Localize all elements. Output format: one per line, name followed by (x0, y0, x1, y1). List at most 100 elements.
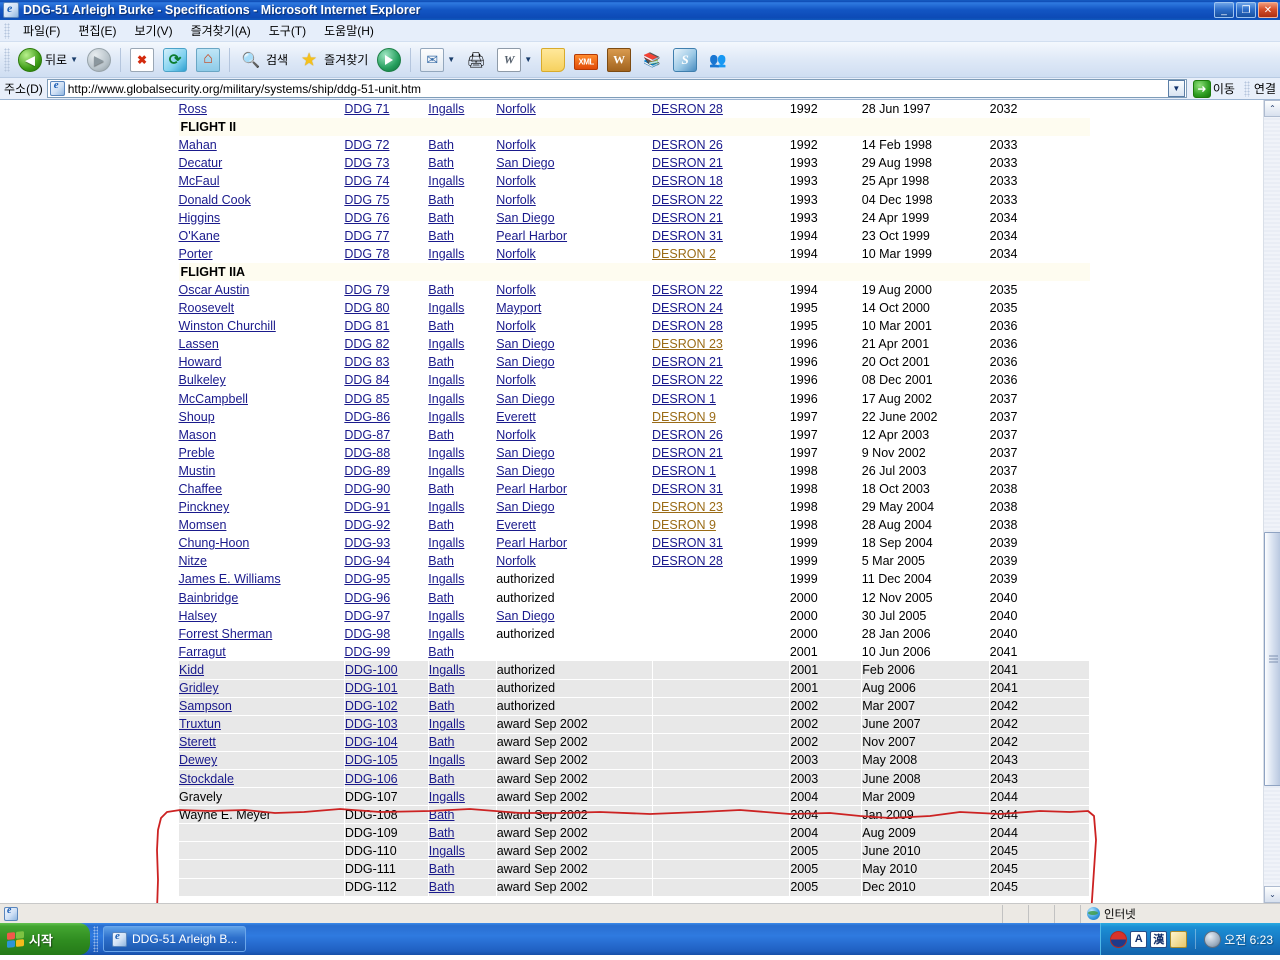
edit-in-word-button[interactable]: ▼ (493, 45, 536, 75)
cell-ship-name-link[interactable]: Donald Cook (179, 193, 251, 207)
cell-desron-link[interactable]: DESRON 28 (652, 319, 723, 333)
scroll-up-button[interactable]: ⌃ (1264, 100, 1280, 117)
cell-ship-name-link[interactable]: McFaul (179, 174, 220, 188)
cell-ship-name-link[interactable]: Chaffee (179, 482, 223, 496)
cell-builder-link[interactable]: Ingalls (428, 392, 464, 406)
cell-builder-link[interactable]: Ingalls (428, 373, 464, 387)
cell-desron-link[interactable]: DESRON 31 (652, 536, 723, 550)
cell-builder-link[interactable]: Ingalls (428, 102, 464, 116)
cell-desron-link[interactable]: DESRON 22 (652, 193, 723, 207)
chevron-down-icon[interactable]: ▼ (70, 55, 78, 64)
cell-desron-link[interactable]: DESRON 21 (652, 355, 723, 369)
cell-builder-link[interactable]: Bath (429, 772, 455, 786)
taskbar-item-ie[interactable]: DDG-51 Arleigh B... (103, 926, 247, 952)
cell-homeport-link[interactable]: Norfolk (496, 373, 536, 387)
cell-ship-name-link[interactable]: Truxtun (179, 717, 221, 731)
cell-hull-number-link[interactable]: DDG 74 (344, 174, 389, 188)
cell-ship-name-link[interactable]: Oscar Austin (179, 283, 250, 297)
cell-builder-link[interactable]: Ingalls (428, 500, 464, 514)
scroll-down-button[interactable]: ⌄ (1264, 886, 1280, 903)
cell-homeport-link[interactable]: Everett (496, 410, 536, 424)
cell-desron-link[interactable]: DESRON 18 (652, 174, 723, 188)
media-button[interactable] (373, 45, 405, 75)
cell-homeport-link[interactable]: San Diego (496, 446, 554, 460)
cell-ship-name-link[interactable]: Mahan (179, 138, 217, 152)
cell-ship-name-link[interactable]: James E. Williams (179, 572, 281, 586)
forward-button[interactable]: ▶ (83, 45, 115, 75)
cell-builder-link[interactable]: Bath (429, 681, 455, 695)
cell-builder-link[interactable]: Bath (429, 699, 455, 713)
cell-builder-link[interactable]: Bath (428, 355, 454, 369)
cell-hull-number-link[interactable]: DDG-91 (344, 500, 390, 514)
cell-homeport-link[interactable]: San Diego (496, 609, 554, 623)
cell-hull-number-link[interactable]: DDG-86 (344, 410, 390, 424)
cell-desron-link[interactable]: DESRON 9 (652, 518, 716, 532)
cell-hull-number-link[interactable]: DDG 81 (344, 319, 389, 333)
cell-builder-link[interactable]: Bath (429, 735, 455, 749)
mail-button[interactable]: ▼ (416, 45, 459, 75)
cell-homeport-link[interactable]: Norfolk (496, 102, 536, 116)
cell-ship-name-link[interactable]: Forrest Sherman (179, 627, 273, 641)
cell-desron-link[interactable]: DESRON 31 (652, 229, 723, 243)
cell-ship-name-link[interactable]: O'Kane (179, 229, 220, 243)
cell-homeport-link[interactable]: Norfolk (496, 319, 536, 333)
cell-builder-link[interactable]: Ingalls (428, 572, 464, 586)
cell-hull-number-link[interactable]: DDG-105 (345, 753, 398, 767)
ime-hanja-icon[interactable]: 漢 (1150, 930, 1168, 948)
taskbar-clock[interactable]: 오전 6:23 (1224, 931, 1273, 948)
cell-hull-number-link[interactable]: DDG-101 (345, 681, 398, 695)
cell-hull-number-link[interactable]: DDG 83 (344, 355, 389, 369)
menu-help[interactable]: 도움말(H) (315, 20, 383, 41)
refresh-button[interactable] (159, 45, 191, 75)
cell-desron-link[interactable]: DESRON 21 (652, 446, 723, 460)
scrollbar-thumb[interactable] (1264, 532, 1280, 787)
cell-hull-number-link[interactable]: DDG 77 (344, 229, 389, 243)
cell-hull-number-link[interactable]: DDG 78 (344, 247, 389, 261)
cell-ship-name-link[interactable]: Howard (179, 355, 222, 369)
cell-desron-link[interactable]: DESRON 2 (652, 247, 716, 261)
cell-builder-link[interactable]: Bath (428, 211, 454, 225)
cell-ship-name-link[interactable]: Stockdale (179, 772, 234, 786)
cell-builder-link[interactable]: Bath (428, 554, 454, 568)
cell-builder-link[interactable]: Bath (428, 482, 454, 496)
toolbar-drag-grip[interactable] (4, 47, 10, 72)
cell-hull-number-link[interactable]: DDG-104 (345, 735, 398, 749)
cell-hull-number-link[interactable]: DDG 79 (344, 283, 389, 297)
cell-builder-link[interactable]: Ingalls (429, 717, 465, 731)
cell-ship-name-link[interactable]: Bulkeley (179, 373, 226, 387)
cell-homeport-link[interactable]: San Diego (496, 464, 554, 478)
stop-button[interactable] (126, 45, 158, 75)
cell-ship-name-link[interactable]: Porter (179, 247, 213, 261)
print-button[interactable] (460, 45, 492, 75)
cell-ship-name-link[interactable]: Preble (179, 446, 215, 460)
cell-desron-link[interactable]: DESRON 26 (652, 138, 723, 152)
cell-desron-link[interactable]: DESRON 22 (652, 283, 723, 297)
cell-builder-link[interactable]: Bath (428, 645, 454, 659)
cell-ship-name-link[interactable]: Higgins (179, 211, 221, 225)
cell-ship-name-link[interactable]: Shoup (179, 410, 215, 424)
cell-builder-link[interactable]: Bath (428, 319, 454, 333)
cell-hull-number-link[interactable]: DDG-96 (344, 591, 390, 605)
word-addin-button[interactable] (603, 45, 635, 75)
cell-desron-link[interactable]: DESRON 23 (652, 337, 723, 351)
xml-button[interactable] (570, 45, 602, 75)
cell-ship-name-link[interactable]: Bainbridge (179, 591, 239, 605)
cell-homeport-link[interactable]: San Diego (496, 392, 554, 406)
cell-homeport-link[interactable]: Norfolk (496, 174, 536, 188)
cell-builder-link[interactable]: Ingalls (428, 446, 464, 460)
cell-builder-link[interactable]: Bath (429, 880, 455, 894)
cell-homeport-link[interactable]: Norfolk (496, 193, 536, 207)
cell-desron-link[interactable]: DESRON 26 (652, 428, 723, 442)
cell-ship-name-link[interactable]: Lassen (179, 337, 219, 351)
cell-hull-number-link[interactable]: DDG 75 (344, 193, 389, 207)
chevron-down-icon[interactable]: ▼ (447, 55, 455, 64)
cell-hull-number-link[interactable]: DDG 73 (344, 156, 389, 170)
maximize-button[interactable]: ❐ (1236, 2, 1256, 18)
cell-hull-number-link[interactable]: DDG-87 (344, 428, 390, 442)
cell-ship-name-link[interactable]: Nitze (179, 554, 207, 568)
cell-builder-link[interactable]: Ingalls (428, 247, 464, 261)
cell-desron-link[interactable]: DESRON 31 (652, 482, 723, 496)
ime-pad-icon[interactable] (1170, 930, 1188, 948)
cell-builder-link[interactable]: Ingalls (428, 337, 464, 351)
cell-hull-number-link[interactable]: DDG-100 (345, 663, 398, 677)
